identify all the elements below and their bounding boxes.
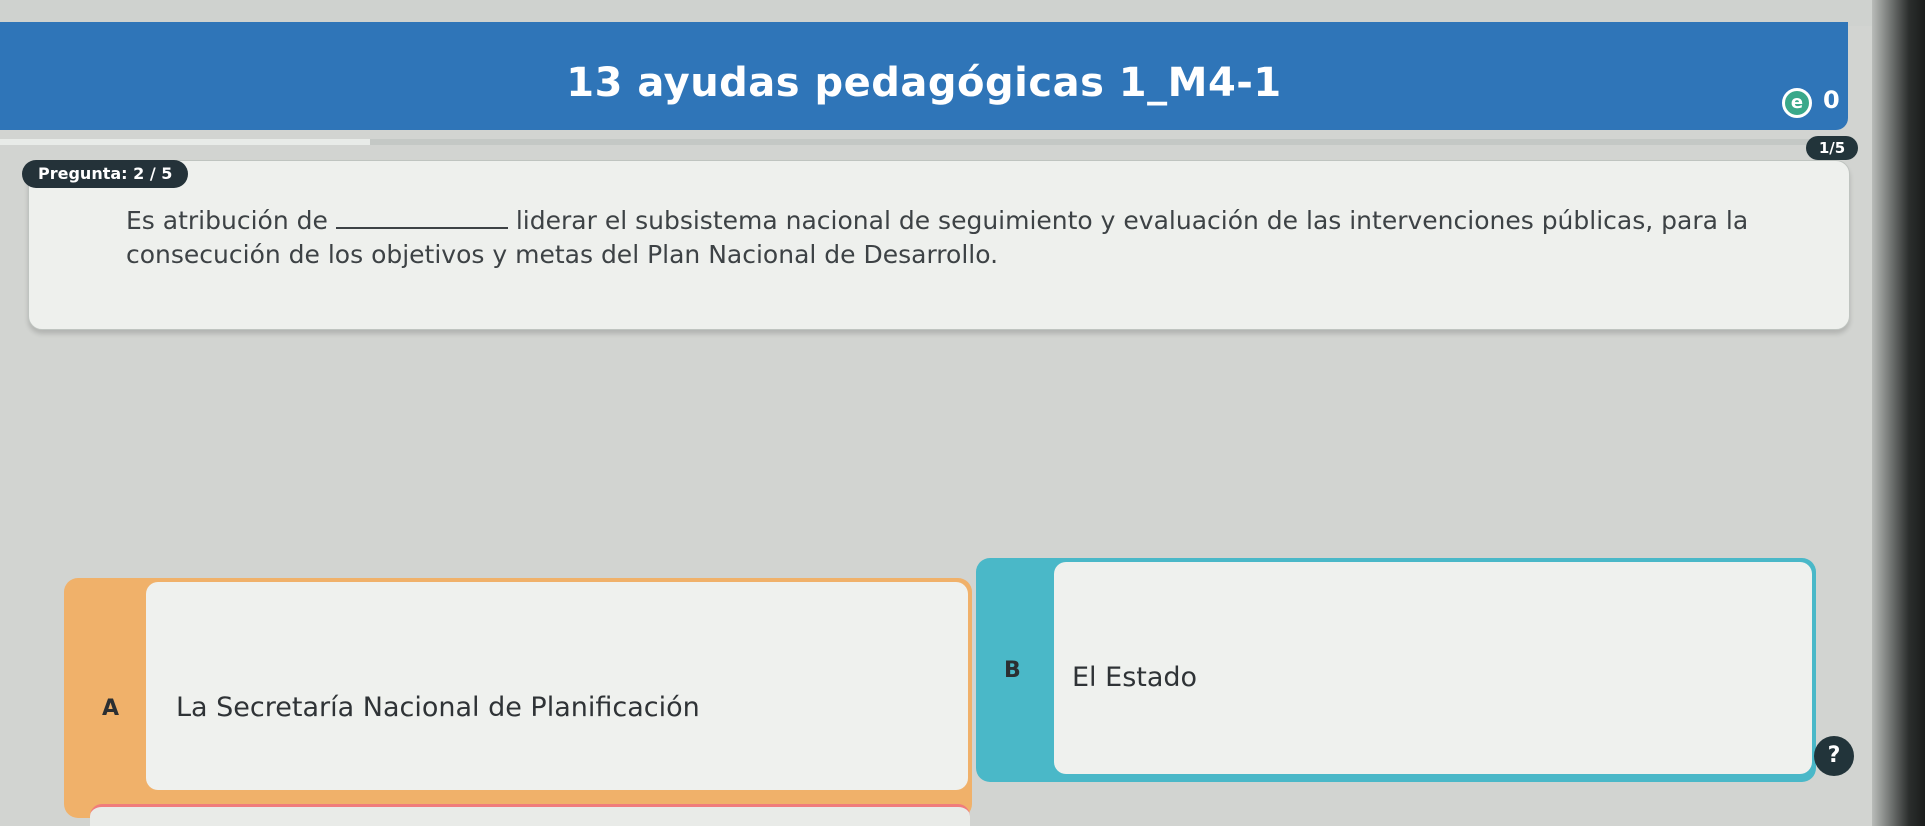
step-badge: 1/5 (1806, 136, 1858, 160)
coin-icon: e (1782, 88, 1812, 118)
quiz-title: 13 ayudas pedagógicas 1_M4-1 (566, 60, 1282, 106)
help-button[interactable]: ? (1814, 736, 1854, 776)
answer-option-a[interactable]: A La Secretaría Nacional de Planificació… (64, 578, 972, 818)
quiz-header: 13 ayudas pedagógicas 1_M4-1 e 0 (0, 22, 1848, 130)
progress-bar-fill (0, 139, 370, 145)
answer-option-a-label: La Secretaría Nacional de Planificación (176, 692, 700, 723)
screen-bezel (1872, 0, 1925, 826)
next-option-card-edge[interactable] (90, 804, 970, 826)
score-counter: 0 (1823, 86, 1840, 114)
answer-blank (335, 205, 508, 229)
answer-option-b[interactable]: B El Estado (976, 558, 1816, 782)
question-number-badge: Pregunta: 2 / 5 (22, 160, 189, 188)
answer-option-b-letter: B (1004, 658, 1021, 683)
progress-bar (0, 139, 1848, 145)
answer-option-a-letter: A (102, 696, 120, 721)
question-text-before: Es atribución de (126, 206, 328, 235)
answer-option-a-face (146, 582, 968, 790)
question-text: Es atribución de liderar el subsistema na… (126, 204, 1826, 272)
answer-option-b-label: El Estado (1072, 662, 1198, 693)
